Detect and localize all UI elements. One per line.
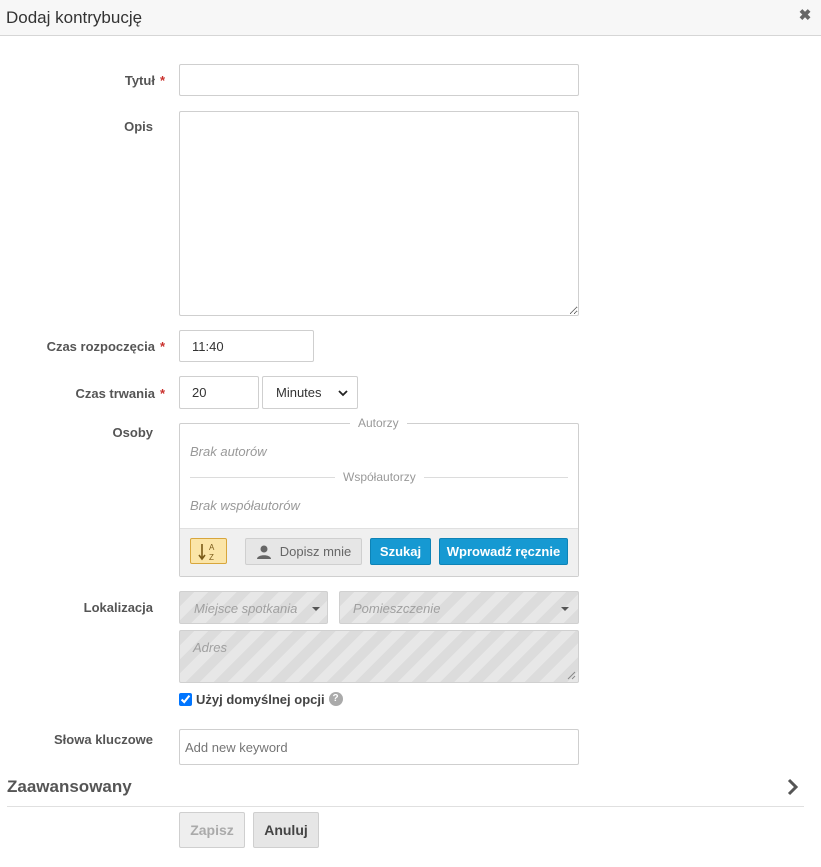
authors-legend: Autorzy: [350, 416, 407, 430]
address-textarea: Adres: [179, 630, 579, 683]
duration-unit-select[interactable]: Minutes: [262, 376, 358, 409]
description-label: Opis: [124, 119, 153, 134]
sort-button[interactable]: A Z: [190, 538, 227, 564]
start-time-input[interactable]: [179, 330, 314, 362]
add-me-label: Dopisz mnie: [279, 544, 352, 559]
persons-toolbar: A Z Dopisz mnie Szukaj Wprowadź ręcznie: [180, 528, 578, 576]
search-button[interactable]: Szukaj: [370, 538, 431, 565]
room-placeholder: Pomieszczenie: [353, 601, 441, 616]
svg-text:Z: Z: [209, 553, 214, 562]
title-label: Tytuł *: [124, 73, 165, 88]
save-button[interactable]: Zapisz: [179, 812, 245, 848]
cancel-button[interactable]: Anuluj: [253, 812, 319, 848]
chevron-down-icon: [338, 390, 348, 397]
description-textarea[interactable]: [179, 111, 579, 316]
persons-label: Osoby: [112, 425, 153, 440]
room-select: Pomieszczenie: [339, 591, 579, 624]
coauthors-empty-text: Brak współautorów: [190, 498, 300, 513]
user-icon: [257, 545, 271, 559]
dialog-title: Dodaj kontrybucję: [6, 8, 143, 27]
persons-box: Autorzy Brak autorów Współautorzy Brak w…: [179, 416, 579, 577]
duration-label: Czas trwania *: [75, 386, 165, 401]
title-input[interactable]: [179, 64, 579, 96]
sort-alpha-icon: A Z: [198, 543, 215, 562]
venue-placeholder: Miejsce spotkania: [194, 601, 298, 616]
use-default-option: Użyj domyślnej opcji ?: [179, 690, 343, 708]
start-time-label: Czas rozpoczęcia *: [46, 339, 165, 354]
coauthors-legend: Współautorzy: [335, 470, 424, 484]
location-label: Lokalizacja: [83, 600, 153, 615]
resize-handle-icon: [567, 671, 576, 680]
use-default-label: Użyj domyślnej opcji: [196, 691, 325, 707]
venue-select: Miejsce spotkania: [179, 591, 328, 624]
chevron-right-icon[interactable]: [786, 778, 800, 796]
caret-down-icon: [561, 607, 569, 611]
close-icon[interactable]: ✖: [797, 8, 813, 24]
keywords-label: Słowa kluczowe: [54, 732, 153, 747]
keywords-input[interactable]: [179, 729, 579, 765]
advanced-divider: [7, 806, 804, 807]
authors-empty-text: Brak autorów: [190, 444, 267, 459]
advanced-section-title[interactable]: Zaawansowany: [7, 777, 132, 797]
address-placeholder: Adres: [193, 640, 227, 655]
duration-input[interactable]: [179, 376, 259, 409]
caret-down-icon: [312, 607, 320, 611]
manual-entry-button[interactable]: Wprowadź ręcznie: [439, 538, 568, 565]
use-default-checkbox[interactable]: [179, 692, 192, 706]
add-me-button[interactable]: Dopisz mnie: [245, 538, 362, 565]
duration-unit-value: Minutes: [276, 385, 322, 400]
svg-text:A: A: [209, 543, 215, 552]
help-icon[interactable]: ?: [328, 692, 343, 706]
